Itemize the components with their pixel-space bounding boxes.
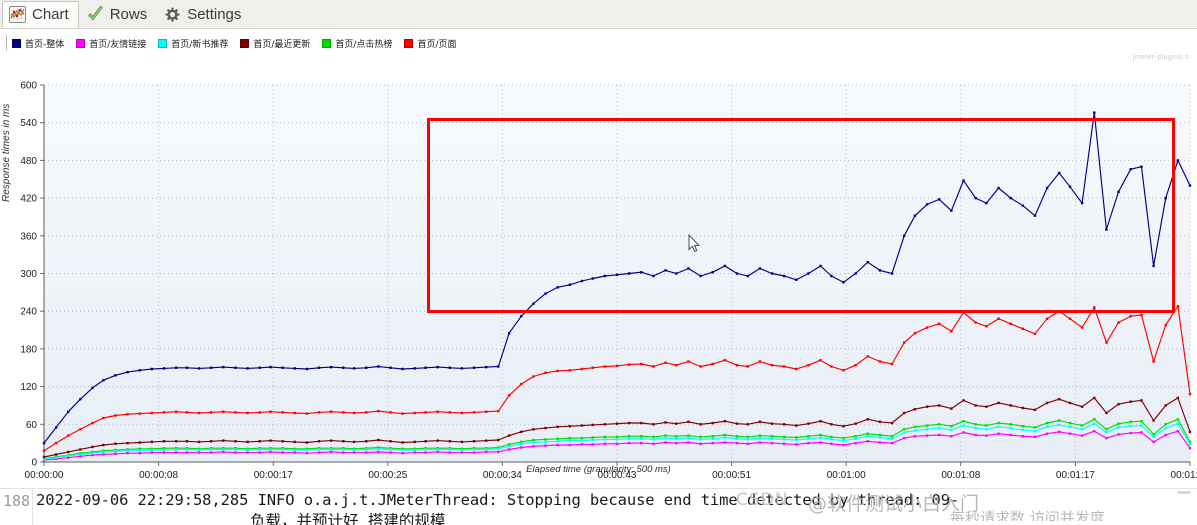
svg-text:00:00:00: 00:00:00: [25, 470, 64, 481]
plot-area: jmeter-plugins.o Response times in ms El…: [0, 52, 1197, 488]
svg-text:180: 180: [20, 344, 37, 355]
chart-legend: 首页-整体 首页/友情链接 首页/新书推荐 首页/最近更新 首页/点击热榜 首页…: [0, 34, 1197, 52]
legend-label: 首页/点击热榜: [335, 39, 393, 50]
svg-text:00:00:25: 00:00:25: [368, 470, 407, 481]
tab-settings-label: Settings: [187, 5, 242, 23]
svg-text:240: 240: [20, 307, 37, 318]
log-line-number: 188: [3, 492, 31, 510]
tab-rows[interactable]: Rows: [81, 1, 157, 28]
legend-label: 首页/最近更新: [253, 39, 311, 50]
svg-text:480: 480: [20, 156, 37, 167]
svg-text:00:01:17: 00:01:17: [1056, 470, 1095, 481]
legend-item-1[interactable]: 首页/友情链接: [76, 37, 146, 50]
svg-text:0: 0: [31, 458, 37, 469]
log-console: ⌃▾ 188 2022-09-06 22:29:58,285 INFO o.a.…: [0, 488, 1197, 525]
svg-text:00:01:25: 00:01:25: [1171, 470, 1197, 481]
svg-text:300: 300: [20, 269, 37, 280]
legend-swatch: [404, 38, 414, 48]
legend-item-5[interactable]: 首页/页面: [404, 37, 456, 50]
svg-text:00:00:34: 00:00:34: [483, 470, 522, 481]
legend-label: 首页/新书推荐: [171, 39, 229, 50]
gear-icon: [165, 7, 180, 22]
svg-text:00:01:08: 00:01:08: [941, 470, 980, 481]
svg-text:420: 420: [20, 194, 37, 205]
legend-item-3[interactable]: 首页/最近更新: [240, 37, 310, 50]
response-times-line-chart[interactable]: 0 60 120 180 240 300 360 420 480 540 600 00:00:00 00…: [0, 52, 1197, 488]
log-line-text-secondary: 负载，并预计好 搭建的规模: [250, 512, 446, 525]
legend-label: 首页-整体: [25, 39, 65, 50]
legend-item-4[interactable]: 首页/点击热榜: [322, 37, 392, 50]
svg-text:00:00:08: 00:00:08: [139, 470, 178, 481]
svg-text:600: 600: [20, 81, 37, 92]
svg-text:120: 120: [20, 382, 37, 393]
svg-text:00:00:51: 00:00:51: [712, 470, 751, 481]
legend-item-2[interactable]: 首页/新书推荐: [158, 37, 228, 50]
checkmark-icon: [87, 5, 103, 20]
legend-swatch: [322, 38, 332, 48]
svg-text:00:01:00: 00:01:00: [827, 470, 866, 481]
svg-text:00:00:43: 00:00:43: [598, 470, 637, 481]
tab-settings[interactable]: Settings: [158, 1, 250, 28]
tab-chart-label: Chart: [32, 5, 69, 23]
legend-swatch: [76, 38, 86, 48]
legend-swatch: [240, 38, 250, 48]
legend-swatch: [12, 38, 21, 48]
jmeter-chart-window: Chart Rows Settings 首页-整体 首页/友情链接 首页/新书推…: [0, 0, 1197, 525]
svg-text:00:00:17: 00:00:17: [254, 470, 293, 481]
legend-item-0[interactable]: 首页-整体: [12, 37, 64, 50]
legend-swatch: [158, 38, 168, 48]
tab-rows-label: Rows: [109, 5, 148, 23]
legend-label: 首页/页面: [417, 39, 457, 50]
svg-text:360: 360: [20, 231, 37, 242]
log-line-text[interactable]: 2022-09-06 22:29:58,285 INFO o.a.j.t.JMe…: [36, 491, 959, 509]
legend-label: 首页/友情链接: [89, 39, 147, 50]
chart-panel: 首页-整体 首页/友情链接 首页/新书推荐 首页/最近更新 首页/点击热榜 首页…: [0, 29, 1197, 488]
chart-icon: [9, 5, 26, 23]
tab-chart[interactable]: Chart: [2, 0, 79, 28]
svg-text:60: 60: [26, 420, 38, 431]
console-scroll-thumb[interactable]: [1177, 491, 1191, 494]
svg-text:540: 540: [20, 118, 37, 129]
view-tab-toolbar: Chart Rows Settings: [0, 0, 1197, 29]
